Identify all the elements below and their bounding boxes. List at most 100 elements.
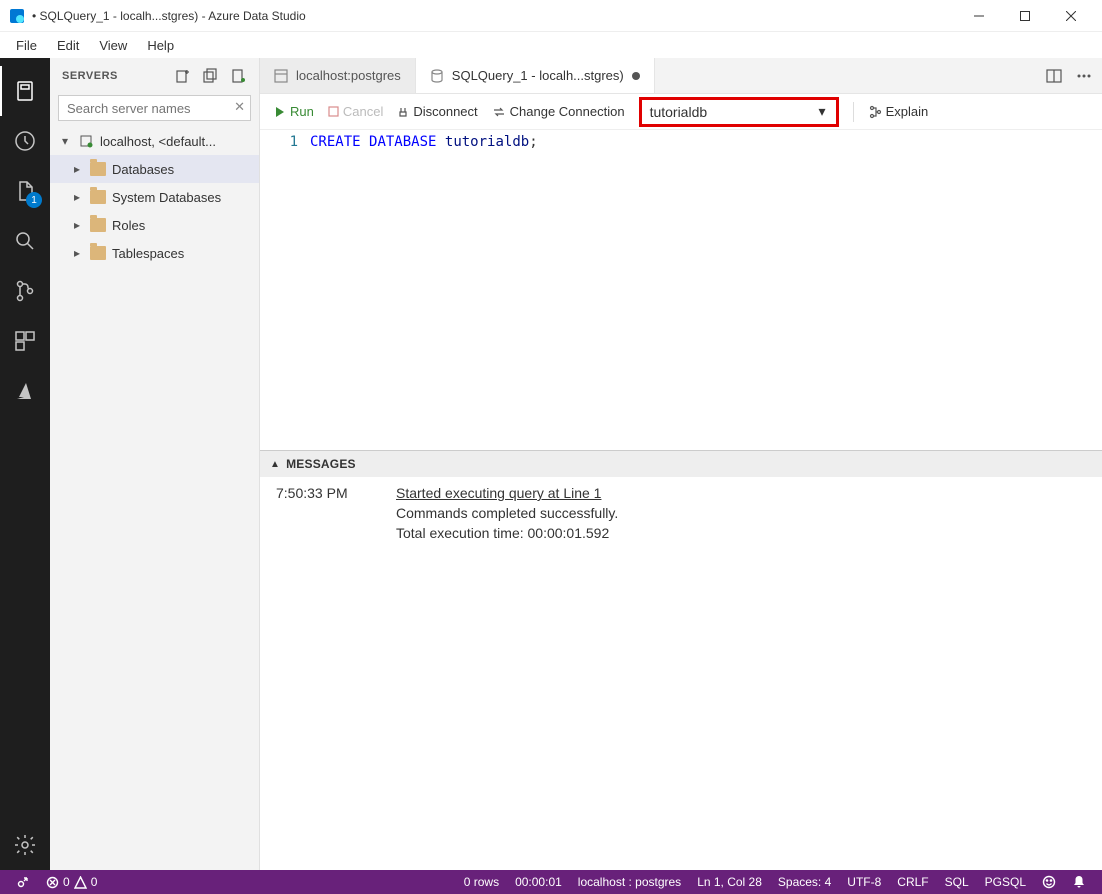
explorer-badge: 1 <box>26 192 42 208</box>
activity-search[interactable] <box>0 216 50 266</box>
status-problems[interactable]: 0 0 <box>38 875 105 889</box>
explain-label: Explain <box>886 104 929 119</box>
message-text: Total execution time: 00:00:01.592 <box>396 525 609 541</box>
new-group-icon[interactable] <box>203 68 219 84</box>
server-icon <box>78 133 94 149</box>
status-time[interactable]: 00:00:01 <box>507 875 570 889</box>
server-node[interactable]: ▾ localhost, <default... <box>50 127 259 155</box>
minimize-button[interactable] <box>956 0 1002 32</box>
activity-source-control[interactable] <box>0 266 50 316</box>
status-feedback-icon[interactable] <box>1034 875 1064 889</box>
run-label: Run <box>290 104 314 119</box>
window-controls <box>956 0 1094 32</box>
status-bar: 0 0 0 rows 00:00:01 localhost : postgres… <box>0 870 1102 894</box>
titlebar: • SQLQuery_1 - localh...stgres) - Azure … <box>0 0 1102 32</box>
keyword: CREATE <box>310 134 361 150</box>
chevron-right-icon: ▸ <box>70 162 84 176</box>
status-eol[interactable]: CRLF <box>889 875 936 889</box>
dashboard-icon <box>274 69 288 83</box>
message-row: Total execution time: 00:00:01.592 <box>276 525 1086 541</box>
maximize-button[interactable] <box>1002 0 1048 32</box>
status-language[interactable]: SQL <box>937 875 977 889</box>
database-icon <box>430 69 444 83</box>
status-encoding[interactable]: UTF-8 <box>839 875 889 889</box>
status-connection[interactable]: localhost : postgres <box>570 875 689 889</box>
keyword: DATABASE <box>369 134 436 150</box>
cancel-label: Cancel <box>343 104 383 119</box>
change-connection-label: Change Connection <box>510 104 625 119</box>
tree-item-label: Databases <box>112 162 174 177</box>
disconnect-button[interactable]: Disconnect <box>397 104 477 119</box>
status-provider[interactable]: PGSQL <box>977 875 1034 889</box>
sidebar-title: SERVERS <box>62 70 118 82</box>
activity-settings[interactable] <box>0 820 50 870</box>
search-input[interactable] <box>58 95 251 121</box>
menu-help[interactable]: Help <box>139 36 182 55</box>
new-connection-icon[interactable] <box>175 68 191 84</box>
servers-sidebar: SERVERS ✕ ▾ localhost, <default... ▸ Dat… <box>50 58 260 870</box>
database-select[interactable]: tutorialdb ▾ <box>639 97 839 127</box>
tree-item-label: Roles <box>112 218 145 233</box>
tree-item-system-databases[interactable]: ▸ System Databases <box>50 183 259 211</box>
change-connection-icon <box>492 105 506 119</box>
tab-label: localhost:postgres <box>296 68 401 83</box>
status-notifications-icon[interactable] <box>1064 875 1094 889</box>
messages-panel: ▲ MESSAGES 7:50:33 PM Started executing … <box>260 450 1102 870</box>
cancel-button: Cancel <box>328 104 383 119</box>
menu-edit[interactable]: Edit <box>49 36 87 55</box>
status-cursor[interactable]: Ln 1, Col 28 <box>689 875 770 889</box>
chevron-right-icon: ▸ <box>70 190 84 204</box>
sidebar-search: ✕ <box>58 95 251 121</box>
code-line: CREATE DATABASE tutorialdb; <box>310 130 538 450</box>
status-spaces[interactable]: Spaces: 4 <box>770 875 839 889</box>
change-connection-button[interactable]: Change Connection <box>492 104 625 119</box>
messages-header[interactable]: ▲ MESSAGES <box>260 451 1102 477</box>
split-editor-icon[interactable] <box>1046 68 1062 84</box>
tree-item-tablespaces[interactable]: ▸ Tablespaces <box>50 239 259 267</box>
collapse-arrow-icon: ▲ <box>270 459 280 470</box>
activity-extensions[interactable] <box>0 316 50 366</box>
status-rows[interactable]: 0 rows <box>456 875 507 889</box>
play-icon <box>274 106 286 118</box>
activity-azure[interactable] <box>0 366 50 416</box>
status-remote[interactable] <box>8 875 38 889</box>
sidebar-header: SERVERS <box>50 58 259 93</box>
tree-item-roles[interactable]: ▸ Roles <box>50 211 259 239</box>
close-button[interactable] <box>1048 0 1094 32</box>
activity-bar: 1 <box>0 58 50 870</box>
query-toolbar: Run Cancel Disconnect Change Connection … <box>260 94 1102 130</box>
activity-explorer[interactable]: 1 <box>0 166 50 216</box>
clear-search-icon[interactable]: ✕ <box>234 99 245 115</box>
folder-icon <box>90 190 106 204</box>
editor-area: localhost:postgres SQLQuery_1 - localh..… <box>260 58 1102 870</box>
window-title: • SQLQuery_1 - localh...stgres) - Azure … <box>32 9 956 23</box>
menu-view[interactable]: View <box>91 36 135 55</box>
message-time: 7:50:33 PM <box>276 485 366 501</box>
folder-icon <box>90 162 106 176</box>
message-text[interactable]: Started executing query at Line 1 <box>396 485 601 501</box>
chevron-right-icon: ▸ <box>70 218 84 232</box>
tab-localhost[interactable]: localhost:postgres <box>260 58 416 93</box>
identifier: tutorialdb <box>445 134 529 150</box>
tab-label: SQLQuery_1 - localh...stgres) <box>452 68 624 83</box>
chevron-right-icon: ▸ <box>70 246 84 260</box>
run-button[interactable]: Run <box>274 104 314 119</box>
chevron-down-icon: ▾ <box>58 134 72 148</box>
activity-history[interactable] <box>0 116 50 166</box>
menu-file[interactable]: File <box>8 36 45 55</box>
show-connections-icon[interactable] <box>231 68 247 84</box>
menubar: File Edit View Help <box>0 32 1102 58</box>
code-editor[interactable]: 1 CREATE DATABASE tutorialdb; <box>260 130 1102 450</box>
message-text: Commands completed successfully. <box>396 505 618 521</box>
server-label: localhost, <default... <box>100 134 216 149</box>
dirty-indicator-icon <box>632 72 640 80</box>
line-number: 1 <box>260 134 298 150</box>
more-actions-icon[interactable] <box>1076 68 1092 84</box>
message-row: Commands completed successfully. <box>276 505 1086 521</box>
explain-button[interactable]: Explain <box>868 104 929 119</box>
tree-item-databases[interactable]: ▸ Databases <box>50 155 259 183</box>
disconnect-icon <box>397 106 409 118</box>
tree-item-label: Tablespaces <box>112 246 184 261</box>
activity-servers[interactable] <box>0 66 50 116</box>
tab-sqlquery[interactable]: SQLQuery_1 - localh...stgres) <box>416 58 655 93</box>
